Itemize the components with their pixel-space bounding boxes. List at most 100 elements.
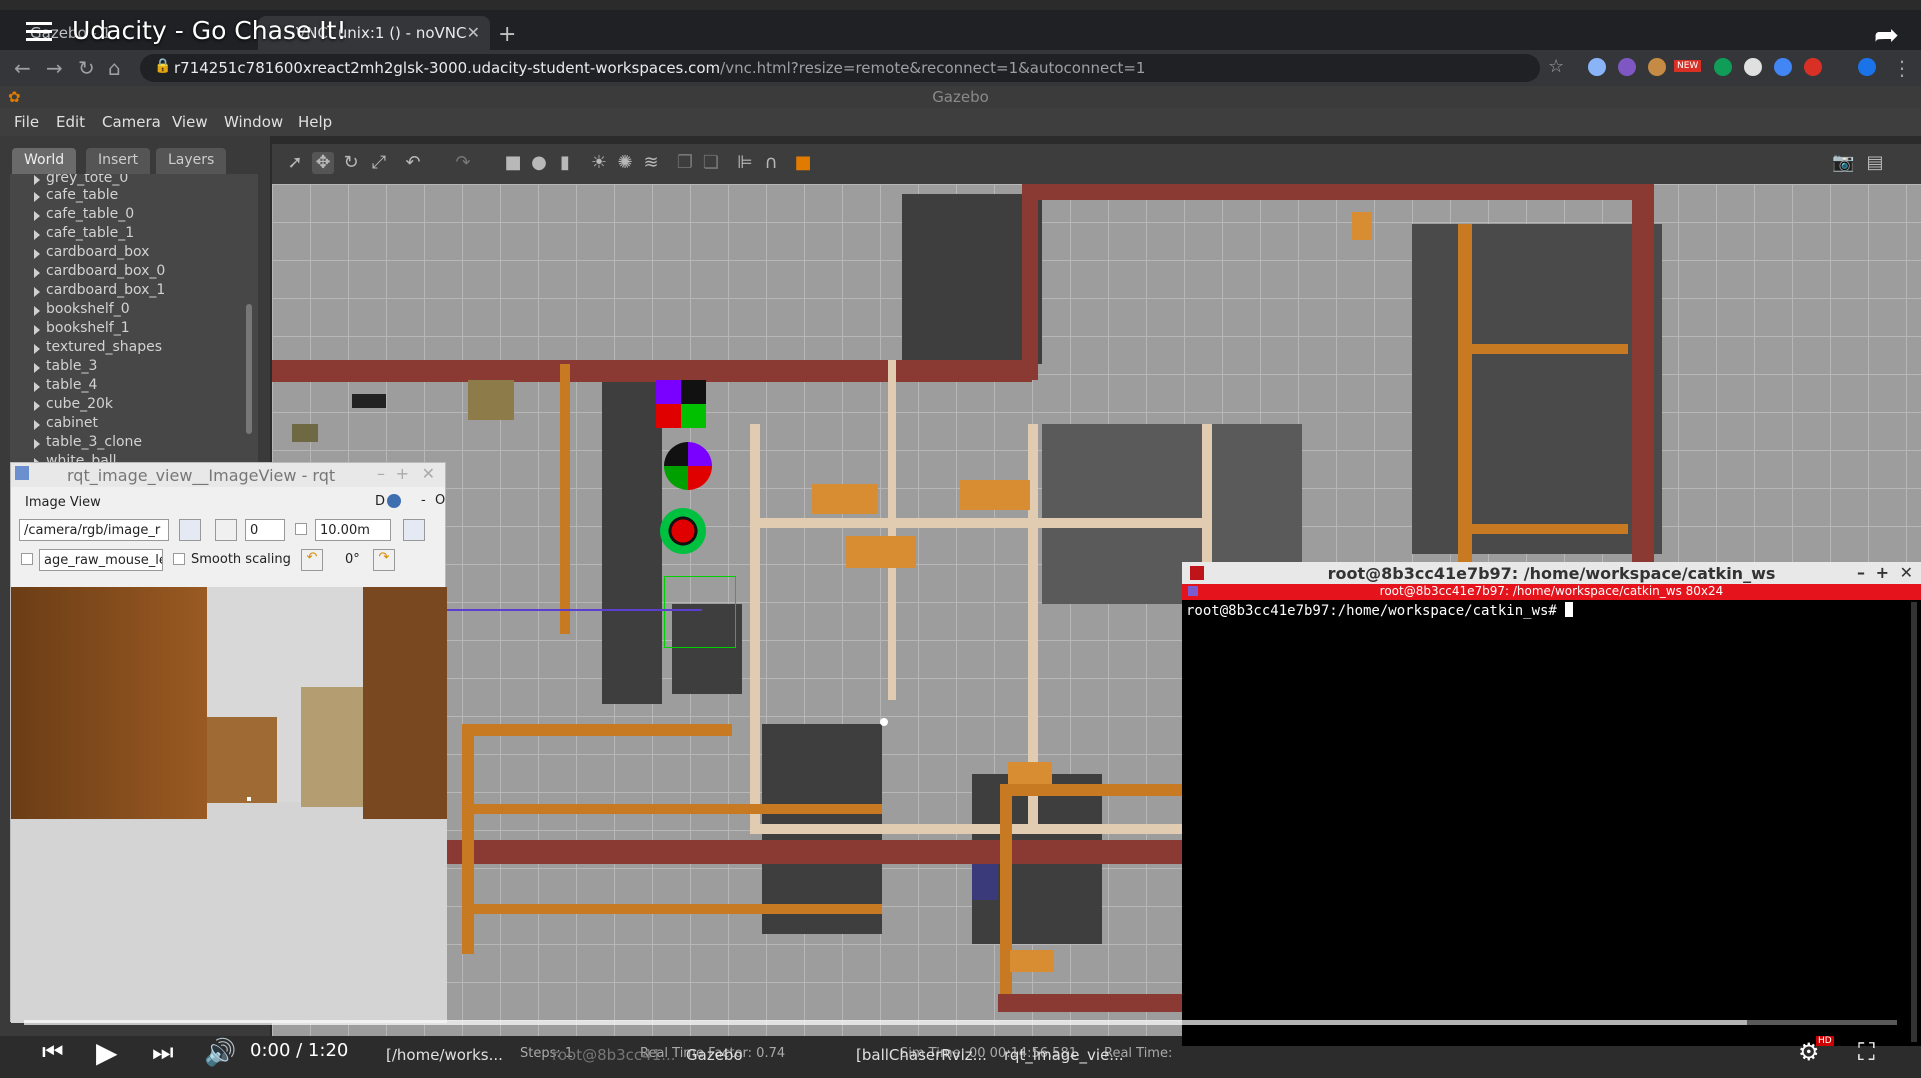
close-icon[interactable]: ✕	[1900, 563, 1913, 582]
translate-mode-icon[interactable]: ✥	[312, 152, 334, 174]
maximize-icon[interactable]: +	[396, 464, 409, 483]
help-button[interactable]: D	[375, 494, 385, 509]
tree-item[interactable]: cardboard_box	[33, 244, 149, 260]
tree-item[interactable]: table_3_clone	[33, 434, 142, 450]
point-light-icon[interactable]: ☀	[588, 152, 610, 174]
extension-icon[interactable]	[1648, 58, 1666, 76]
playlist-menu-icon[interactable]	[26, 22, 52, 42]
directional-light-icon[interactable]: ≋	[640, 152, 662, 174]
close-icon[interactable]: ✕	[422, 464, 435, 483]
help-icon[interactable]	[387, 494, 401, 508]
tree-item[interactable]: table_4	[33, 377, 97, 393]
menu-view[interactable]: View	[172, 113, 208, 131]
back-icon[interactable]: ←	[14, 56, 31, 80]
extension-icon[interactable]	[1588, 58, 1606, 76]
robot-model[interactable]	[664, 576, 736, 648]
mouse-topic-field[interactable]: age_raw_mouse_left	[39, 549, 163, 571]
sphere-shape-icon[interactable]: ●	[528, 152, 550, 174]
tree-item[interactable]: textured_shapes	[34, 339, 162, 355]
redo-icon[interactable]: ↷	[452, 152, 474, 174]
tree-item[interactable]: bookshelf_0	[34, 301, 130, 317]
tree-item[interactable]: cabinet	[33, 415, 98, 431]
extension-icon[interactable]	[1618, 58, 1636, 76]
close-tab-icon[interactable]: ✕	[467, 23, 480, 42]
tree-item[interactable]: cardboard_box_0	[33, 263, 165, 279]
taskbar-item[interactable]: root@8b3cc41...	[552, 1046, 676, 1064]
minimize-icon[interactable]: –	[377, 464, 385, 483]
menu-window[interactable]: Window	[224, 113, 283, 131]
maximize-icon[interactable]: +	[1876, 563, 1889, 582]
menu-file[interactable]: File	[14, 113, 39, 131]
rotate-left-icon[interactable]: ↶	[301, 549, 323, 571]
next-icon[interactable]: ⏭	[152, 1038, 174, 1066]
video-title[interactable]: Udacity - Go Chase It!	[72, 16, 346, 45]
extension-icon[interactable]	[1804, 58, 1822, 76]
tree-item[interactable]: bookshelf_1	[34, 320, 130, 336]
tree-item[interactable]: cafe_table_0	[33, 206, 134, 222]
extension-icon[interactable]	[1744, 58, 1762, 76]
minus-icon[interactable]: -	[421, 493, 426, 508]
rotate-mode-icon[interactable]: ↻	[340, 152, 362, 174]
play-icon[interactable]: ▶	[96, 1036, 118, 1069]
select-mode-icon[interactable]: ➚	[284, 152, 306, 174]
align-icon[interactable]: ⊫	[734, 152, 756, 174]
tree-item[interactable]: cube_20k	[34, 396, 113, 412]
scale-mode-icon[interactable]: ⤢	[368, 152, 390, 174]
extension-icon[interactable]	[1774, 58, 1792, 76]
volume-icon[interactable]: 🔊	[204, 1038, 236, 1068]
video-progress-bar[interactable]	[24, 1020, 1897, 1025]
snap-icon[interactable]: ∩	[760, 152, 782, 174]
cylinder-shape-icon[interactable]: ▮	[554, 152, 576, 174]
undo-icon[interactable]: ↶	[402, 152, 424, 174]
tree-item[interactable]: grey_tote_0	[33, 174, 128, 186]
tree-scrollbar[interactable]	[246, 304, 252, 434]
save-image-icon[interactable]	[403, 519, 425, 541]
new-badge[interactable]: NEW	[1674, 60, 1702, 72]
rotation-spinbox[interactable]: 0	[245, 519, 285, 541]
browser-menu-icon[interactable]: ⋮	[1892, 56, 1912, 80]
bookmark-star-icon[interactable]: ☆	[1548, 56, 1564, 77]
dynamic-range-checkbox[interactable]	[295, 523, 307, 535]
exit-fullscreen-icon[interactable]: ⛶	[1858, 1038, 1875, 1066]
taskbar-item[interactable]: Gazebo	[686, 1046, 743, 1064]
record-log-icon[interactable]: ▤	[1864, 152, 1886, 174]
refresh-topics-icon[interactable]	[179, 519, 201, 541]
mouse-publish-checkbox[interactable]	[21, 553, 33, 565]
camera-image[interactable]	[11, 587, 447, 1023]
previous-icon[interactable]: ⏮	[42, 1038, 64, 1066]
menu-help[interactable]: Help	[298, 113, 332, 131]
box-shape-icon[interactable]: ■	[502, 152, 524, 174]
rotate-right-icon[interactable]: ↷	[373, 549, 395, 571]
screenshot-icon[interactable]: 📷	[1832, 152, 1854, 174]
taskbar-item[interactable]: [ballChaserRviz...	[856, 1046, 987, 1064]
tree-item[interactable]: cardboard_box_1	[33, 282, 165, 298]
minimize-icon[interactable]: –	[1857, 563, 1865, 582]
tab-layers[interactable]: Layers	[156, 148, 227, 174]
spot-light-icon[interactable]: ✺	[614, 152, 636, 174]
paste-icon[interactable]: ❏	[700, 152, 722, 174]
forward-icon[interactable]: →	[46, 56, 63, 80]
taskbar-item[interactable]: rqt_image_vie...	[1004, 1046, 1124, 1064]
taskbar-item[interactable]: [/home/works...	[386, 1046, 503, 1064]
home-icon[interactable]: ⌂	[108, 56, 121, 80]
max-depth-spinbox[interactable]: 10.00m	[315, 519, 391, 541]
terminal-output[interactable]: root@8b3cc41e7b97:/home/workspace/catkin…	[1182, 600, 1921, 621]
stop-icon[interactable]	[215, 519, 237, 541]
extension-icon[interactable]	[1714, 58, 1732, 76]
tree-item[interactable]: table_3	[33, 358, 97, 374]
url-field[interactable]: 🔒 r714251c781600xreact2mh2glsk-3000.udac…	[140, 54, 1540, 82]
tab-world[interactable]: World	[12, 148, 77, 174]
terminal-scrollbar[interactable]	[1911, 602, 1917, 1042]
menu-edit[interactable]: Edit	[56, 113, 85, 131]
copy-icon[interactable]: ❐	[674, 152, 696, 174]
reload-icon[interactable]: ↻	[78, 56, 95, 80]
tab-insert[interactable]: Insert	[86, 148, 151, 174]
topic-dropdown[interactable]: /camera/rgb/image_r	[19, 519, 169, 541]
smooth-scaling-checkbox[interactable]	[173, 553, 185, 565]
profile-avatar[interactable]	[1858, 58, 1876, 76]
share-icon[interactable]: ➦	[1874, 18, 1899, 53]
change-view-icon[interactable]: ■	[792, 152, 814, 174]
tree-item[interactable]: cafe_table_1	[33, 225, 134, 241]
menu-camera[interactable]: Camera	[102, 113, 161, 131]
new-tab-icon[interactable]: +	[498, 22, 516, 47]
